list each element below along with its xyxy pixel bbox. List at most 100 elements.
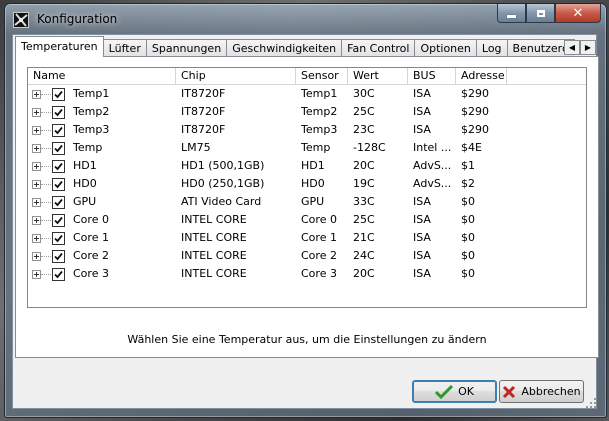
ok-button[interactable]: OK <box>412 380 497 403</box>
cell-sensor: HD0 <box>301 177 325 190</box>
resize-grip-icon[interactable] <box>586 398 596 408</box>
tab-scroll-right-button[interactable]: ▶ <box>580 40 596 55</box>
cell-sensor: Temp <box>301 141 331 154</box>
tab-scroll-left-button[interactable]: ◀ <box>564 40 580 55</box>
row-checkbox[interactable] <box>52 88 65 101</box>
table-row[interactable]: Temp3 IT8720F Temp3 23C ISA $290 <box>28 121 586 139</box>
tree-connector <box>41 184 51 185</box>
plus-expander-icon[interactable] <box>32 108 41 117</box>
cell-bus: AdvS... <box>413 159 452 172</box>
ok-button-label: OK <box>458 385 474 398</box>
tab-luefter[interactable]: Lüfter <box>102 39 147 57</box>
checkmark-icon <box>54 216 63 225</box>
row-checkbox[interactable] <box>52 232 65 245</box>
tree-connector <box>41 130 51 131</box>
title-bar[interactable]: Konfiguration ✕ <box>5 4 606 34</box>
cell-chip: INTEL CORE <box>181 231 247 244</box>
row-checkbox[interactable] <box>52 160 65 173</box>
cell-bus: ISA <box>413 231 431 244</box>
plus-expander-icon[interactable] <box>32 252 41 261</box>
plus-expander-icon[interactable] <box>32 162 41 171</box>
table-row[interactable]: Core 0 INTEL CORE Core 0 25C ISA $0 <box>28 211 586 229</box>
row-checkbox[interactable] <box>52 214 65 227</box>
cell-adresse: $290 <box>461 105 489 118</box>
cell-wert: 21C <box>353 231 375 244</box>
cell-chip: INTEL CORE <box>181 249 247 262</box>
cancel-button[interactable]: Abbrechen <box>499 380 584 403</box>
cell-adresse: $1 <box>461 159 475 172</box>
row-checkbox[interactable] <box>52 124 65 137</box>
cell-bus: ISA <box>413 105 431 118</box>
cell-name: Core 0 <box>73 213 109 226</box>
table-row[interactable]: Core 1 INTEL CORE Core 1 21C ISA $0 <box>28 229 586 247</box>
cell-name: HD0 <box>73 177 97 190</box>
column-header-bus[interactable]: BUS <box>408 68 456 84</box>
cell-bus: ISA <box>413 213 431 226</box>
row-checkbox[interactable] <box>52 106 65 119</box>
tree-connector <box>41 256 51 257</box>
tab-fan-control[interactable]: Fan Control <box>341 39 416 57</box>
cell-wert: 20C <box>353 159 375 172</box>
cell-bus: ISA <box>413 123 431 136</box>
table-row[interactable]: GPU ATI Video Card GPU 33C ISA $0 <box>28 193 586 211</box>
cell-sensor: Temp2 <box>301 105 338 118</box>
tab-geschwindigkeiten[interactable]: Geschwindigkeiten <box>226 39 343 57</box>
row-checkbox[interactable] <box>52 142 65 155</box>
cell-bus: Intel ... <box>413 141 452 154</box>
cell-bus: ISA <box>413 249 431 262</box>
cell-name: Core 3 <box>73 267 109 280</box>
table-row[interactable]: Temp1 IT8720F Temp1 30C ISA $290 <box>28 85 586 103</box>
tree-connector <box>41 166 51 167</box>
checkmark-icon <box>54 180 63 189</box>
row-checkbox[interactable] <box>52 178 65 191</box>
row-checkbox[interactable] <box>52 268 65 281</box>
plus-expander-icon[interactable] <box>32 90 41 99</box>
app-icon <box>13 12 29 28</box>
plus-expander-icon[interactable] <box>32 126 41 135</box>
tab-panel-temperaturen: Name Chip Sensor Wert BUS Adresse Temp1 I… <box>15 56 599 358</box>
table-row[interactable]: Temp LM75 Temp -128C Intel ... $4E <box>28 139 586 157</box>
minimize-button[interactable] <box>497 4 526 23</box>
table-row[interactable]: HD1 HD1 (500,1GB) HD1 20C AdvS... $1 <box>28 157 586 175</box>
plus-expander-icon[interactable] <box>32 216 41 225</box>
checkmark-icon <box>54 90 63 99</box>
column-header-chip[interactable]: Chip <box>176 68 296 84</box>
cell-wert: 33C <box>353 195 375 208</box>
cell-name: Temp <box>73 141 103 154</box>
plus-expander-icon[interactable] <box>32 270 41 279</box>
column-header-sensor[interactable]: Sensor <box>296 68 348 84</box>
cell-bus: ISA <box>413 267 431 280</box>
tab-temperaturen[interactable]: Temperaturen <box>15 36 104 57</box>
close-button[interactable]: ✕ <box>555 4 601 23</box>
checkmark-icon <box>54 126 63 135</box>
config-window: Konfiguration ✕ Temperaturen Lüfter Spannu… <box>4 3 607 418</box>
cell-name: Temp3 <box>73 123 110 136</box>
plus-expander-icon[interactable] <box>32 144 41 153</box>
tab-spannungen[interactable]: Spannungen <box>145 39 228 57</box>
column-header-adresse[interactable]: Adresse <box>456 68 507 84</box>
cell-chip: IT8720F <box>181 123 226 136</box>
tab-log[interactable]: Log <box>475 39 508 57</box>
tab-optionen[interactable]: Optionen <box>414 39 477 57</box>
cell-bus: ISA <box>413 195 431 208</box>
plus-expander-icon[interactable] <box>32 180 41 189</box>
maximize-button[interactable] <box>526 4 555 23</box>
plus-expander-icon[interactable] <box>32 234 41 243</box>
row-checkbox[interactable] <box>52 250 65 263</box>
tree-connector <box>41 238 51 239</box>
table-row[interactable]: HD0 HD0 (250,1GB) HD0 19C AdvS... $2 <box>28 175 586 193</box>
row-checkbox[interactable] <box>52 196 65 209</box>
table-row[interactable]: Temp2 IT8720F Temp2 25C ISA $290 <box>28 103 586 121</box>
cell-chip: INTEL CORE <box>181 267 247 280</box>
checkmark-icon <box>54 162 63 171</box>
plus-expander-icon[interactable] <box>32 198 41 207</box>
checkmark-icon <box>54 198 63 207</box>
column-header-name[interactable]: Name <box>28 68 176 84</box>
cell-sensor: Core 3 <box>301 267 337 280</box>
sensor-list[interactable]: Name Chip Sensor Wert BUS Adresse Temp1 I… <box>27 67 587 308</box>
table-row[interactable]: Core 2 INTEL CORE Core 2 24C ISA $0 <box>28 247 586 265</box>
cell-adresse: $0 <box>461 213 475 226</box>
column-header-wert[interactable]: Wert <box>348 68 408 84</box>
table-row[interactable]: Core 3 INTEL CORE Core 3 20C ISA $0 <box>28 265 586 283</box>
tree-connector <box>41 112 51 113</box>
